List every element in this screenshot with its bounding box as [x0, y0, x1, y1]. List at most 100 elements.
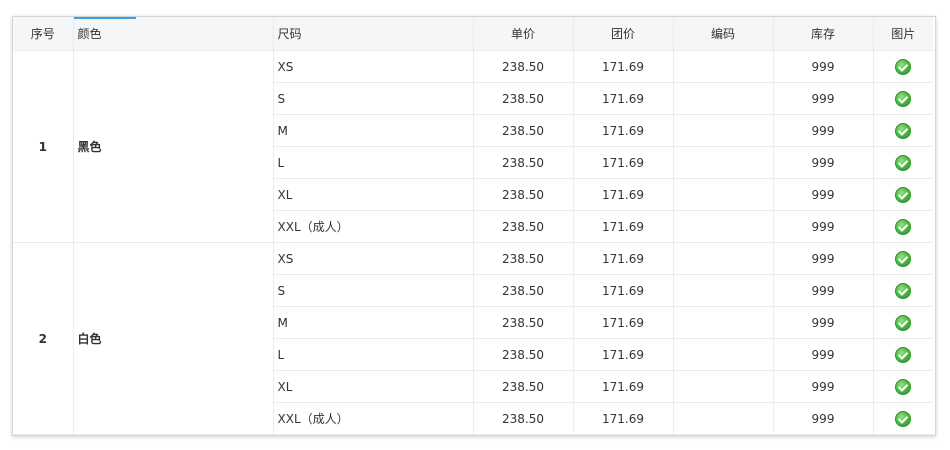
group-price-cell[interactable]: 171.69: [573, 210, 674, 243]
column-header-color[interactable]: 颜色: [73, 17, 274, 51]
stock-cell[interactable]: 999: [773, 178, 874, 211]
stock-cell[interactable]: 999: [773, 306, 874, 339]
image-cell[interactable]: [873, 306, 933, 339]
unit-price-cell[interactable]: 238.50: [473, 338, 574, 371]
size-cell: S: [273, 82, 474, 115]
check-circle-icon[interactable]: [895, 122, 912, 139]
check-circle-icon[interactable]: [895, 250, 912, 267]
code-cell[interactable]: [673, 82, 774, 115]
image-cell[interactable]: [873, 274, 933, 307]
check-circle-icon[interactable]: [895, 378, 912, 395]
size-cell: XL: [273, 370, 474, 403]
stock-cell[interactable]: 999: [773, 114, 874, 147]
column-header-image[interactable]: 图片: [873, 17, 933, 51]
image-cell[interactable]: [873, 210, 933, 243]
code-cell[interactable]: [673, 178, 774, 211]
code-cell[interactable]: [673, 114, 774, 147]
stock-cell[interactable]: 999: [773, 402, 874, 435]
unit-price-cell[interactable]: 238.50: [473, 210, 574, 243]
stock-cell[interactable]: 999: [773, 338, 874, 371]
group-price-cell[interactable]: 171.69: [573, 274, 674, 307]
check-circle-icon[interactable]: [895, 154, 912, 171]
sku-table-panel: 序号 颜色 尺码 单价 团价 编码 库存 图片 1 黑色 XS 238.50 171.6…: [12, 16, 936, 436]
unit-price-cell[interactable]: 238.50: [473, 274, 574, 307]
unit-price-cell[interactable]: 238.50: [473, 178, 574, 211]
check-circle-icon[interactable]: [895, 314, 912, 331]
image-cell[interactable]: [873, 50, 933, 83]
group-price-cell[interactable]: 171.69: [573, 50, 674, 83]
table-row: 2 白色 XS 238.50 171.69 999: [13, 242, 933, 435]
stock-cell[interactable]: 999: [773, 210, 874, 243]
unit-price-cell[interactable]: 238.50: [473, 114, 574, 147]
group-price-cell[interactable]: 171.69: [573, 338, 674, 371]
column-header-size[interactable]: 尺码: [273, 17, 474, 51]
size-cell: M: [273, 306, 474, 339]
stock-cell[interactable]: 999: [773, 82, 874, 115]
group-price-cell[interactable]: 171.69: [573, 82, 674, 115]
group-index-cell: 2: [13, 242, 74, 435]
column-header-unit-price[interactable]: 单价: [473, 17, 574, 51]
stock-cell[interactable]: 999: [773, 242, 874, 275]
stock-cell[interactable]: 999: [773, 370, 874, 403]
table-body: 1 黑色 XS 238.50 171.69 999 S 238.50 171.69 999 M 238…: [13, 50, 933, 435]
group-price-cell[interactable]: 171.69: [573, 114, 674, 147]
image-cell[interactable]: [873, 338, 933, 371]
check-circle-icon[interactable]: [895, 410, 912, 427]
check-circle-icon[interactable]: [895, 282, 912, 299]
unit-price-cell[interactable]: 238.50: [473, 50, 574, 83]
image-cell[interactable]: [873, 370, 933, 403]
stock-cell[interactable]: 999: [773, 146, 874, 179]
check-circle-icon[interactable]: [895, 218, 912, 235]
image-cell[interactable]: [873, 178, 933, 211]
group-color-cell: 白色: [73, 242, 274, 435]
column-header-code[interactable]: 编码: [673, 17, 774, 51]
code-cell[interactable]: [673, 306, 774, 339]
image-cell[interactable]: [873, 82, 933, 115]
group-price-cell[interactable]: 171.69: [573, 146, 674, 179]
stock-cell[interactable]: 999: [773, 274, 874, 307]
group-price-cell[interactable]: 171.69: [573, 242, 674, 275]
table-header-row: 序号 颜色 尺码 单价 团价 编码 库存 图片: [13, 17, 933, 51]
check-circle-icon[interactable]: [895, 346, 912, 363]
group-index-cell: 1: [13, 50, 74, 243]
check-circle-icon[interactable]: [895, 58, 912, 75]
size-cell: M: [273, 114, 474, 147]
unit-price-cell[interactable]: 238.50: [473, 402, 574, 435]
check-circle-icon[interactable]: [895, 186, 912, 203]
code-cell[interactable]: [673, 402, 774, 435]
table-row: 1 黑色 XS 238.50 171.69 999: [13, 50, 933, 243]
unit-price-cell[interactable]: 238.50: [473, 146, 574, 179]
code-cell[interactable]: [673, 242, 774, 275]
code-cell[interactable]: [673, 338, 774, 371]
group-price-cell[interactable]: 171.69: [573, 178, 674, 211]
group-price-cell[interactable]: 171.69: [573, 402, 674, 435]
unit-price-cell[interactable]: 238.50: [473, 306, 574, 339]
image-cell[interactable]: [873, 242, 933, 275]
unit-price-cell[interactable]: 238.50: [473, 370, 574, 403]
code-cell[interactable]: [673, 274, 774, 307]
code-cell[interactable]: [673, 50, 774, 83]
stock-cell[interactable]: 999: [773, 50, 874, 83]
unit-price-cell[interactable]: 238.50: [473, 242, 574, 275]
check-circle-icon[interactable]: [895, 90, 912, 107]
sku-table: 序号 颜色 尺码 单价 团价 编码 库存 图片 1 黑色 XS 238.50 171.6…: [13, 17, 933, 435]
size-cell: XXL（成人）: [273, 402, 474, 435]
size-cell: S: [273, 274, 474, 307]
code-cell[interactable]: [673, 370, 774, 403]
size-cell: XXL（成人）: [273, 210, 474, 243]
image-cell[interactable]: [873, 402, 933, 435]
unit-price-cell[interactable]: 238.50: [473, 82, 574, 115]
code-cell[interactable]: [673, 210, 774, 243]
group-color-cell: 黑色: [73, 50, 274, 243]
size-cell: XS: [273, 242, 474, 275]
image-cell[interactable]: [873, 114, 933, 147]
image-cell[interactable]: [873, 146, 933, 179]
column-header-group-price[interactable]: 团价: [573, 17, 674, 51]
size-cell: L: [273, 146, 474, 179]
group-price-cell[interactable]: 171.69: [573, 370, 674, 403]
column-header-index[interactable]: 序号: [13, 17, 74, 51]
code-cell[interactable]: [673, 146, 774, 179]
column-header-stock[interactable]: 库存: [773, 17, 874, 51]
group-price-cell[interactable]: 171.69: [573, 306, 674, 339]
size-cell: L: [273, 338, 474, 371]
